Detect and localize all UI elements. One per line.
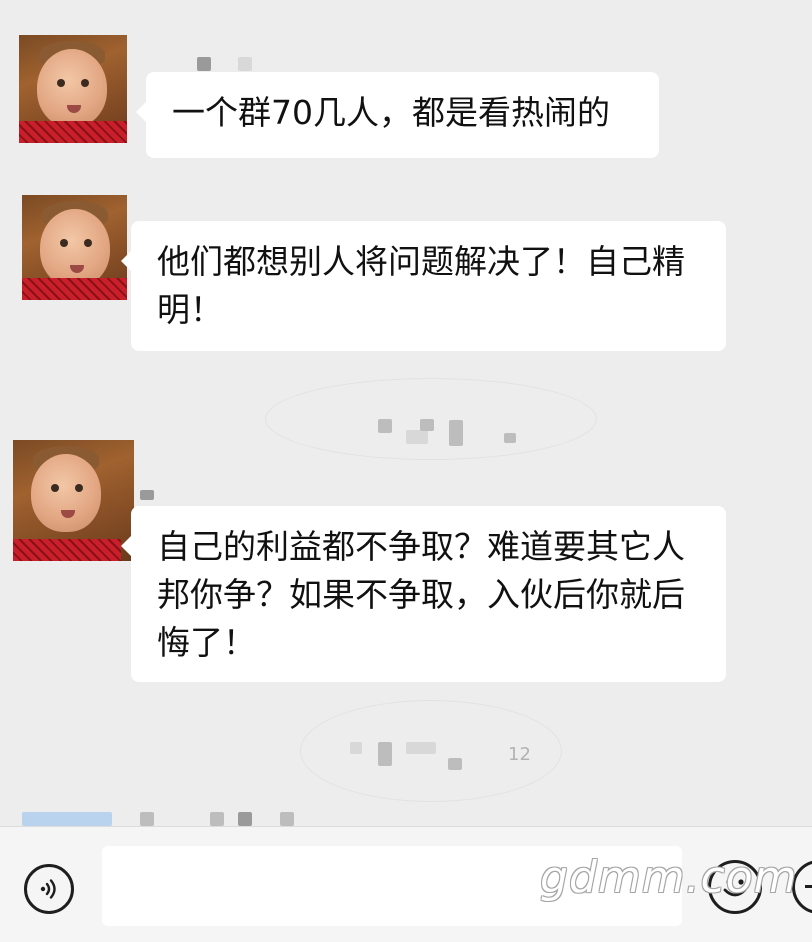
message-bubble[interactable]: 他们都想别人将问题解决了！自己精明！ (121, 221, 726, 351)
message-bubble[interactable]: 自己的利益都不争取？难道要其它人邦你争？如果不争取，入伙后你就后悔了！ (121, 506, 726, 682)
sender-avatar[interactable] (22, 195, 127, 300)
message-text: 一个群70几人，都是看热闹的 (172, 93, 610, 132)
timestamp-fragment: 12 (508, 744, 531, 765)
sender-avatar[interactable] (13, 440, 134, 561)
chat-area[interactable]: 一个群70几人，都是看热闹的 他们都想别人将问题解决了！自己精明！ 自己的利益都… (0, 0, 812, 826)
sender-name-blurred (197, 57, 211, 71)
voice-icon[interactable] (24, 864, 74, 914)
watermark: gdmm.com (540, 852, 798, 903)
top-fragment (340, 0, 470, 2)
sender-name-blurred (140, 490, 154, 500)
message-bubble[interactable]: 一个群70几人，都是看热闹的 (136, 72, 659, 158)
message-text: 自己的利益都不争取？难道要其它人邦你争？如果不争取，入伙后你就后悔了！ (157, 527, 685, 662)
sender-avatar[interactable] (19, 35, 127, 143)
message-text: 他们都想别人将问题解决了！自己精明！ (157, 242, 685, 329)
